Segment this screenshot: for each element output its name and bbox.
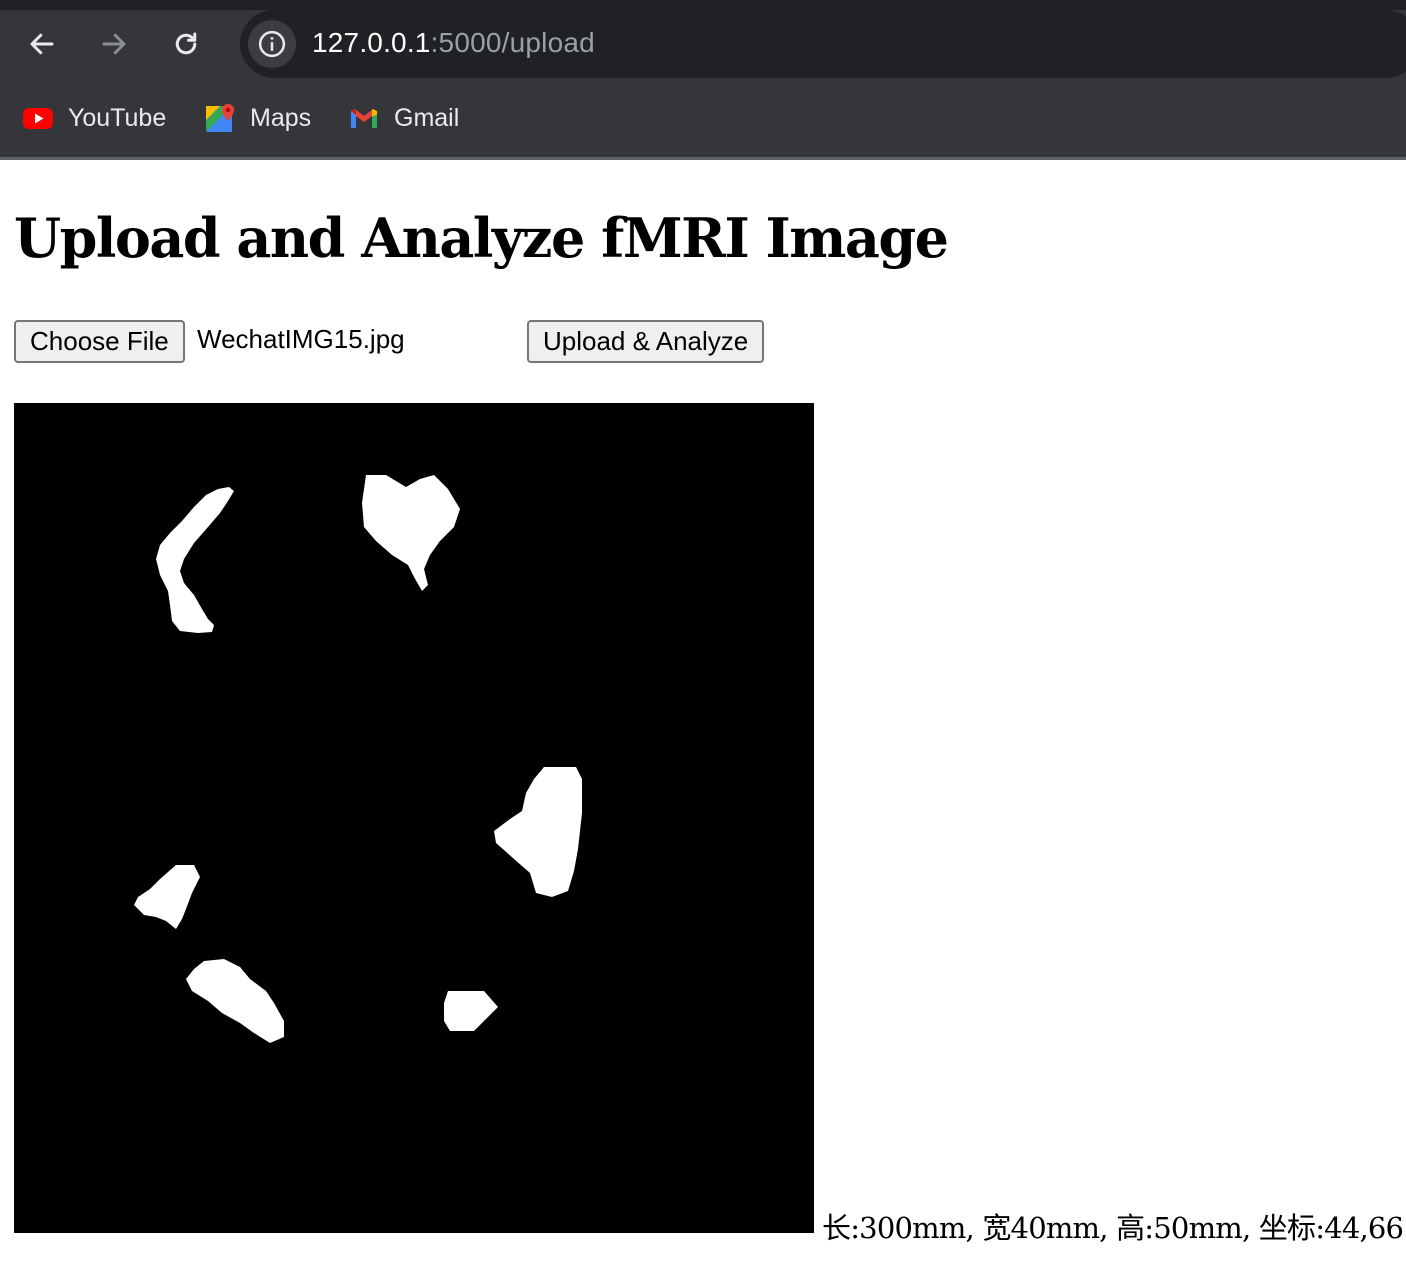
bookmark-youtube[interactable]: YouTube: [22, 100, 166, 136]
gmail-icon: [351, 109, 377, 128]
selected-file-name: WechatIMG15.jpg: [197, 324, 405, 354]
bookmark-gmail[interactable]: Gmail: [348, 100, 459, 136]
blob-bottom-small: [444, 991, 498, 1031]
page-title: Upload and Analyze fMRI Image: [14, 206, 949, 270]
blob-right: [494, 767, 582, 897]
blob-heart-top: [362, 475, 460, 591]
reload-icon: [175, 32, 197, 55]
maps-icon: [206, 104, 234, 132]
info-icon: [258, 30, 286, 58]
arrow-left-icon: [30, 33, 54, 55]
arrow-right-icon: [102, 33, 126, 55]
address-bar[interactable]: 127.0.0.1:5000/upload: [240, 10, 1406, 78]
browser-chrome: 127.0.0.1:5000/upload YouTube Maps Gmail: [0, 0, 1406, 160]
site-info-button[interactable]: [248, 20, 296, 68]
bookmark-label: Maps: [250, 103, 312, 132]
blob-bottom-left: [186, 959, 284, 1043]
fmri-result-image: [14, 403, 814, 1233]
toolbar-divider: [0, 157, 1406, 160]
reload-button[interactable]: [164, 22, 208, 66]
youtube-icon: [23, 108, 53, 129]
blob-small-left: [134, 865, 200, 929]
bookmark-label: YouTube: [68, 103, 167, 132]
upload-analyze-button[interactable]: Upload & Analyze: [527, 320, 765, 363]
blob-curved-left: [156, 487, 234, 633]
forward-button[interactable]: [92, 22, 136, 66]
bookmark-label: Gmail: [394, 103, 460, 132]
bookmarks-bar: YouTube Maps Gmail: [0, 88, 1406, 148]
choose-file-button[interactable]: Choose File: [14, 320, 185, 363]
bookmark-maps[interactable]: Maps: [204, 100, 311, 136]
back-button[interactable]: [20, 22, 64, 66]
url-text[interactable]: 127.0.0.1:5000/upload: [312, 27, 595, 59]
fmri-blobs: [134, 475, 582, 1043]
url-path: :5000/upload: [430, 27, 595, 58]
tab-strip: [0, 0, 1406, 10]
url-host: 127.0.0.1: [312, 27, 431, 58]
analysis-result-text: 长:300mm, 宽40mm, 高:50mm, 坐标:44,66: [822, 1211, 1404, 1245]
